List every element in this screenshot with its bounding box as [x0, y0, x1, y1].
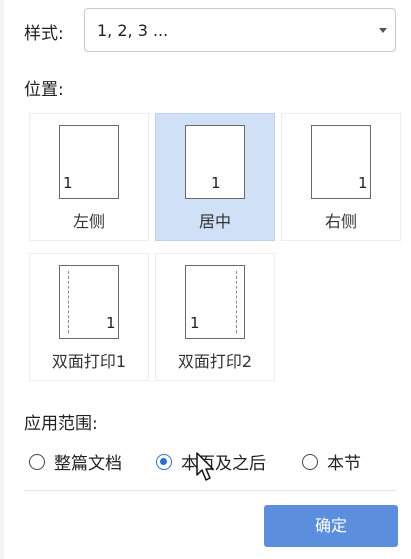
- radio-button[interactable]: [156, 453, 172, 470]
- binding-line: [236, 271, 237, 333]
- scope-whole-document[interactable]: 整篇文档: [29, 449, 122, 474]
- scope-label: 应用范围:: [24, 414, 98, 434]
- page-preview-icon: 1: [59, 265, 119, 339]
- position-center-caption: 居中: [198, 212, 231, 231]
- position-duplex1-card[interactable]: 1 双面打印1: [29, 253, 149, 381]
- position-right-card[interactable]: 1 右侧: [281, 113, 401, 241]
- position-duplex2-card[interactable]: 1 双面打印2: [155, 253, 275, 381]
- scope-this-section[interactable]: 本节: [302, 449, 361, 474]
- position-duplex1-caption: 双面打印1: [51, 352, 127, 371]
- style-select[interactable]: 1, 2, 3 ...: [84, 8, 396, 52]
- ok-button[interactable]: 确定: [264, 505, 398, 547]
- position-center-card[interactable]: 1 居中: [155, 113, 275, 241]
- page-number: 1: [358, 174, 368, 192]
- page-number: 1: [190, 314, 200, 332]
- page-number: 1: [63, 174, 73, 192]
- position-left-card[interactable]: 1 左侧: [29, 113, 149, 241]
- position-duplex2-caption: 双面打印2: [177, 352, 253, 371]
- style-select-value: 1, 2, 3 ...: [97, 21, 169, 40]
- page-preview-icon: 1: [59, 125, 119, 199]
- radio-button[interactable]: [29, 453, 45, 470]
- page-preview-icon: 1: [185, 125, 245, 199]
- binding-line: [68, 271, 69, 333]
- position-right-caption: 右侧: [324, 212, 357, 231]
- window-edge: [0, 0, 4, 559]
- mouse-cursor-icon: [196, 452, 214, 481]
- page-preview-icon: 1: [185, 265, 245, 339]
- divider: [24, 490, 396, 491]
- style-label: 样式:: [24, 24, 64, 44]
- scope-option-label: 本节: [327, 454, 361, 474]
- position-label: 位置:: [24, 80, 64, 100]
- page-preview-icon: 1: [311, 125, 371, 199]
- chevron-down-icon: [379, 28, 387, 33]
- page-number: 1: [211, 174, 221, 192]
- radio-button[interactable]: [302, 453, 318, 470]
- scope-option-label: 本页及之后: [181, 454, 266, 474]
- scope-option-label: 整篇文档: [54, 454, 122, 474]
- page-number: 1: [106, 314, 116, 332]
- position-left-caption: 左侧: [72, 212, 105, 231]
